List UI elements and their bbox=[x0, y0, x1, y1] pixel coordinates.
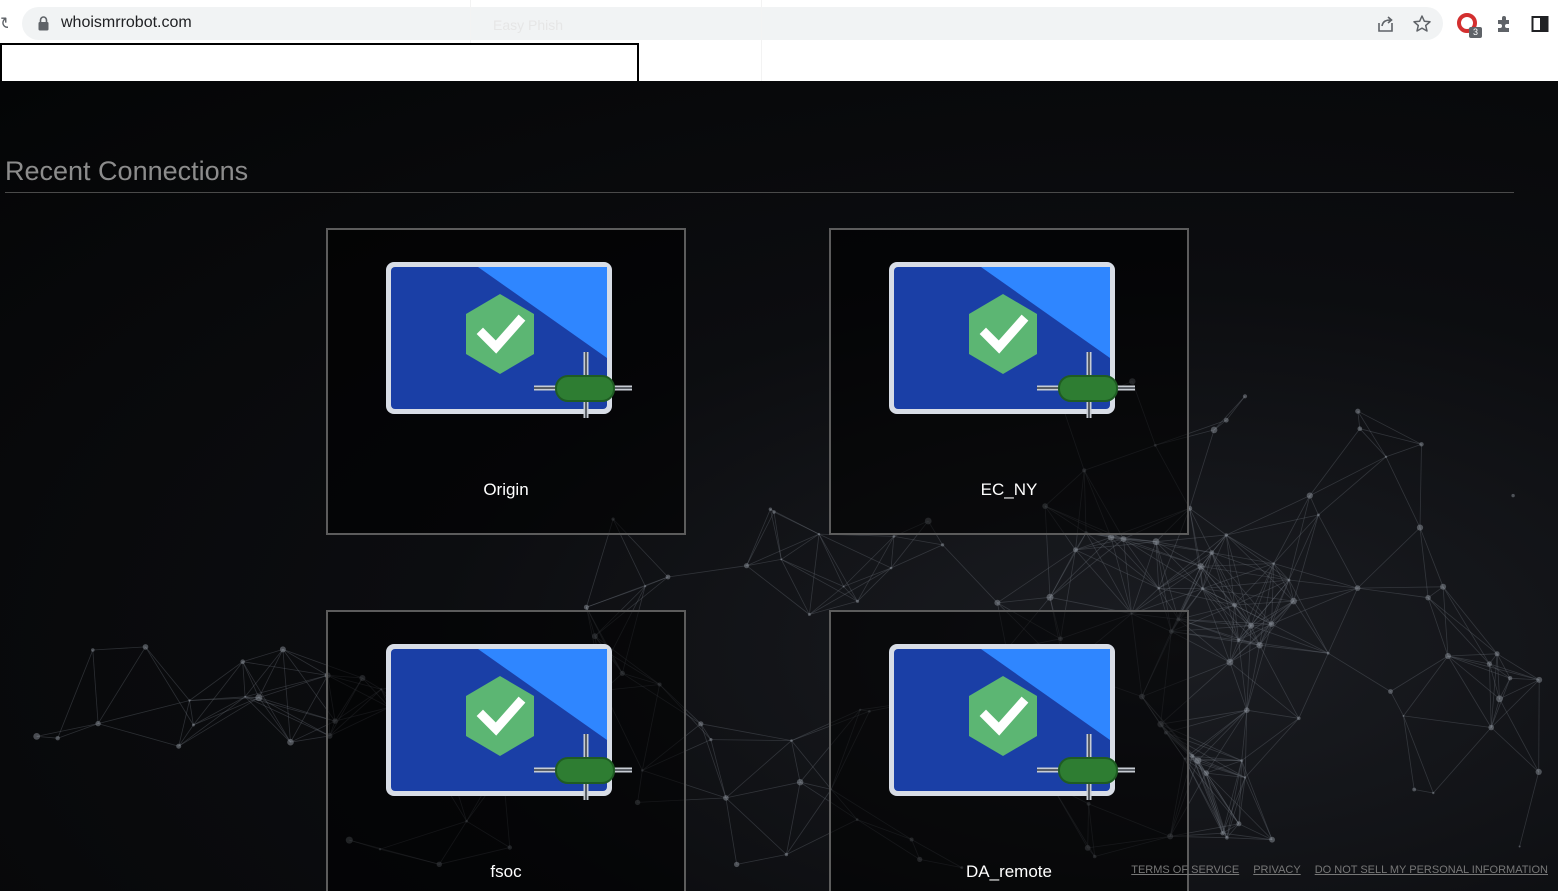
connection-thumbnail bbox=[889, 262, 1135, 418]
page-text-input[interactable] bbox=[0, 43, 639, 83]
connection-thumbnail bbox=[386, 644, 632, 800]
connection-tile[interactable]: Origin bbox=[326, 228, 686, 535]
terms-of-service-link[interactable]: TERMS OF SERVICE bbox=[1131, 864, 1239, 876]
browser-toolbar: ↻ whoismrrobot.com Easy Phish 3 bbox=[0, 0, 1560, 83]
side-panel-icon[interactable] bbox=[1528, 12, 1552, 36]
connection-tile[interactable]: DA_remote bbox=[829, 610, 1189, 891]
extension-badge: 3 bbox=[1469, 27, 1482, 38]
connection-name: Origin bbox=[483, 480, 529, 499]
section-title: Recent Connections bbox=[5, 156, 249, 186]
page-content: Recent Connections Origin EC_NY fsoc DA_… bbox=[0, 81, 1558, 891]
share-icon[interactable] bbox=[1374, 12, 1398, 36]
bookmark-star-icon[interactable] bbox=[1410, 12, 1434, 36]
network-background-graphic bbox=[33, 378, 1543, 869]
lock-icon bbox=[38, 16, 49, 31]
extensions-puzzle-icon[interactable] bbox=[1492, 12, 1516, 36]
connection-name: EC_NY bbox=[980, 480, 1038, 499]
connection-thumbnail bbox=[889, 644, 1135, 800]
connection-name: fsoc bbox=[490, 862, 522, 881]
privacy-link[interactable]: PRIVACY bbox=[1253, 864, 1300, 876]
do-not-sell-link[interactable]: DO NOT SELL MY PERSONAL INFORMATION bbox=[1315, 864, 1548, 876]
url-text[interactable]: whoismrrobot.com bbox=[61, 14, 192, 32]
section-divider bbox=[5, 192, 1514, 193]
ghost-tab-label: Easy Phish bbox=[493, 17, 564, 33]
reload-icon[interactable]: ↻ bbox=[0, 14, 8, 34]
connection-tile[interactable]: EC_NY bbox=[829, 228, 1189, 535]
footer-links: TERMS OF SERVICE PRIVACY DO NOT SELL MY … bbox=[1131, 864, 1548, 876]
connection-tile[interactable]: fsoc bbox=[326, 610, 686, 891]
connection-thumbnail bbox=[386, 262, 632, 418]
